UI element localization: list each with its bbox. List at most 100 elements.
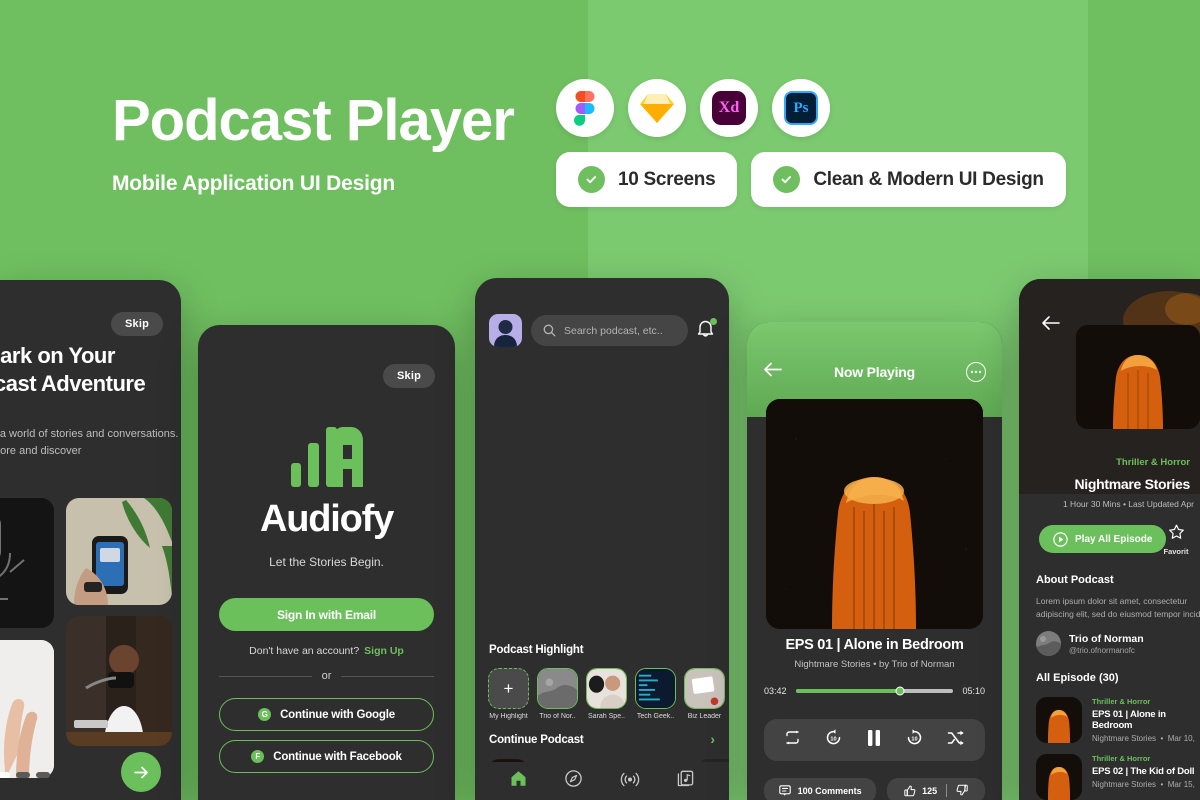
highlight-item[interactable]: Biz Leader bbox=[684, 668, 725, 720]
episode-list-item[interactable]: Thriller & Horror EPS 02 | The Kid of Do… bbox=[1036, 754, 1195, 800]
tab-home[interactable] bbox=[509, 769, 528, 793]
figma-icon[interactable] bbox=[556, 79, 614, 137]
progress-fill bbox=[795, 689, 900, 693]
player-episode-title: EPS 01 | Alone in Bedroom bbox=[785, 637, 964, 653]
brand-name: Audiofy bbox=[259, 498, 394, 540]
host-row[interactable]: Trio of Norman @trio.ofnormanofc bbox=[1036, 631, 1144, 656]
pause-icon bbox=[867, 729, 880, 746]
back-button[interactable] bbox=[1041, 315, 1061, 336]
skip-button[interactable]: Skip bbox=[382, 364, 435, 388]
section-continue-title: Continue Podcast bbox=[489, 734, 584, 746]
highlight-item[interactable]: Sarah Spe.. bbox=[586, 668, 627, 720]
highlight-thumbnail[interactable] bbox=[537, 668, 578, 709]
episode-text: Thriller & Horror EPS 02 | The Kid of Do… bbox=[1092, 754, 1195, 800]
like-button[interactable]: 125 bbox=[904, 785, 937, 797]
episode-thumbnail bbox=[1036, 754, 1082, 800]
highlight-thumbnail[interactable] bbox=[684, 668, 725, 709]
detail-meta: 1 Hour 30 Mins • Last Updated Apr bbox=[1062, 499, 1194, 509]
episode-meta: Nightmare Stories • Mar 10, bbox=[1092, 734, 1195, 743]
section-continue-arrow[interactable]: › bbox=[710, 731, 715, 747]
adobe-xd-icon[interactable]: Xd bbox=[700, 79, 758, 137]
repeat-button[interactable] bbox=[784, 730, 801, 750]
compass-icon bbox=[565, 770, 583, 787]
about-text: Lorem ipsum dolor sit amet, consectetur … bbox=[1036, 596, 1200, 620]
library-music-icon bbox=[677, 770, 694, 787]
onboarding-dots[interactable] bbox=[0, 772, 50, 778]
divider-label: or bbox=[321, 670, 332, 682]
dot-2[interactable] bbox=[16, 772, 30, 778]
detail-category: Thriller & Horror bbox=[1116, 457, 1190, 468]
photoshop-icon[interactable]: Ps bbox=[772, 79, 830, 137]
play-all-button[interactable]: Play All Episode bbox=[1039, 525, 1167, 553]
divider-line-right bbox=[341, 675, 434, 677]
repeat-icon bbox=[785, 730, 799, 745]
thumbs-down-icon bbox=[956, 784, 968, 795]
episode-thumbnail bbox=[1036, 697, 1082, 743]
back-button[interactable] bbox=[763, 361, 783, 383]
comments-button[interactable]: 100 Comments bbox=[764, 778, 877, 800]
star-icon bbox=[1168, 524, 1184, 539]
episode-title: EPS 01 | Alone in Bedroom bbox=[1092, 709, 1166, 731]
shuffle-button[interactable] bbox=[947, 730, 965, 751]
skip-button[interactable]: Skip bbox=[110, 312, 163, 336]
pause-button[interactable] bbox=[866, 729, 882, 752]
facebook-icon: F bbox=[251, 750, 265, 763]
highlight-thumbnail[interactable] bbox=[586, 668, 627, 709]
photo-microphone bbox=[0, 498, 54, 628]
screen-podcast-detail: Thriller & Horror Nightmare Stories 1 Ho… bbox=[1019, 279, 1200, 800]
home-icon bbox=[511, 771, 526, 786]
badge-design: Clean & Modern UI Design bbox=[751, 152, 1066, 207]
add-highlight-icon[interactable]: + bbox=[488, 668, 529, 709]
notification-button[interactable] bbox=[697, 318, 717, 342]
total-time: 05:10 bbox=[962, 686, 985, 696]
play-circle-icon bbox=[1053, 531, 1068, 547]
avatar[interactable] bbox=[489, 314, 522, 347]
bottom-tab-bar bbox=[475, 762, 729, 800]
highlight-item[interactable]: Tech Geek.. bbox=[635, 668, 676, 720]
favorite-button[interactable]: Favorit bbox=[1156, 524, 1196, 556]
sign-in-email-button[interactable]: Sign In with Email bbox=[219, 598, 434, 631]
progress-track[interactable] bbox=[795, 686, 954, 696]
host-name: Trio of Norman bbox=[1069, 632, 1144, 645]
forward-10-button[interactable]: 10 bbox=[905, 728, 924, 752]
episode-category: Thriller & Horror bbox=[1092, 697, 1151, 706]
continue-facebook-button[interactable]: F Continue with Facebook bbox=[219, 740, 434, 773]
arrow-right-icon bbox=[133, 766, 148, 778]
continue-facebook-label: Continue with Facebook bbox=[273, 750, 402, 763]
highlight-item[interactable]: + My Highlight bbox=[488, 668, 529, 720]
sign-up-link[interactable]: Sign Up bbox=[364, 645, 404, 657]
google-icon: G bbox=[258, 708, 272, 721]
highlight-label: Biz Leader bbox=[687, 713, 722, 720]
divider-line-left bbox=[219, 675, 312, 677]
dot-3[interactable] bbox=[36, 772, 50, 778]
photo-podcaster bbox=[66, 616, 172, 746]
highlight-item[interactable]: Trio of Nor.. bbox=[537, 668, 578, 720]
dot-1[interactable] bbox=[0, 772, 10, 778]
divider bbox=[946, 784, 948, 797]
rewind-10-icon: 10 bbox=[826, 729, 841, 745]
progress-knob[interactable] bbox=[895, 686, 905, 696]
player-progress[interactable]: 03:42 05:10 bbox=[764, 686, 985, 696]
highlight-thumbnail[interactable] bbox=[635, 668, 676, 709]
continue-google-button[interactable]: G Continue with Google bbox=[219, 698, 434, 731]
episode-list-item[interactable]: Thriller & Horror EPS 01 | Alone in Bedr… bbox=[1036, 697, 1200, 743]
notification-badge bbox=[710, 318, 717, 325]
favorite-label: Favorit bbox=[1163, 547, 1189, 556]
highlight-label: Trio of Nor.. bbox=[539, 713, 576, 720]
arrow-left-icon bbox=[764, 362, 782, 377]
episode-title: EPS 02 | The Kid of Doll bbox=[1092, 766, 1195, 777]
next-button[interactable] bbox=[121, 752, 161, 792]
tab-live[interactable] bbox=[620, 769, 640, 793]
search-input[interactable]: Search podcast, etc.. bbox=[531, 315, 688, 346]
sketch-icon[interactable] bbox=[628, 79, 686, 137]
comment-icon bbox=[778, 785, 791, 796]
rewind-10-button[interactable]: 10 bbox=[824, 728, 843, 752]
tab-explore[interactable] bbox=[564, 769, 583, 793]
tab-library[interactable] bbox=[676, 769, 695, 793]
more-button[interactable] bbox=[966, 362, 986, 382]
host-handle: @trio.ofnormanofc bbox=[1069, 645, 1135, 655]
dislike-button[interactable] bbox=[956, 784, 968, 798]
badge-design-label: Clean & Modern UI Design bbox=[813, 168, 1044, 190]
screen-player: Now Playing EPS 01 | Alone in Bedroom Ni… bbox=[747, 322, 1002, 800]
comments-label: 100 Comments bbox=[797, 785, 862, 796]
